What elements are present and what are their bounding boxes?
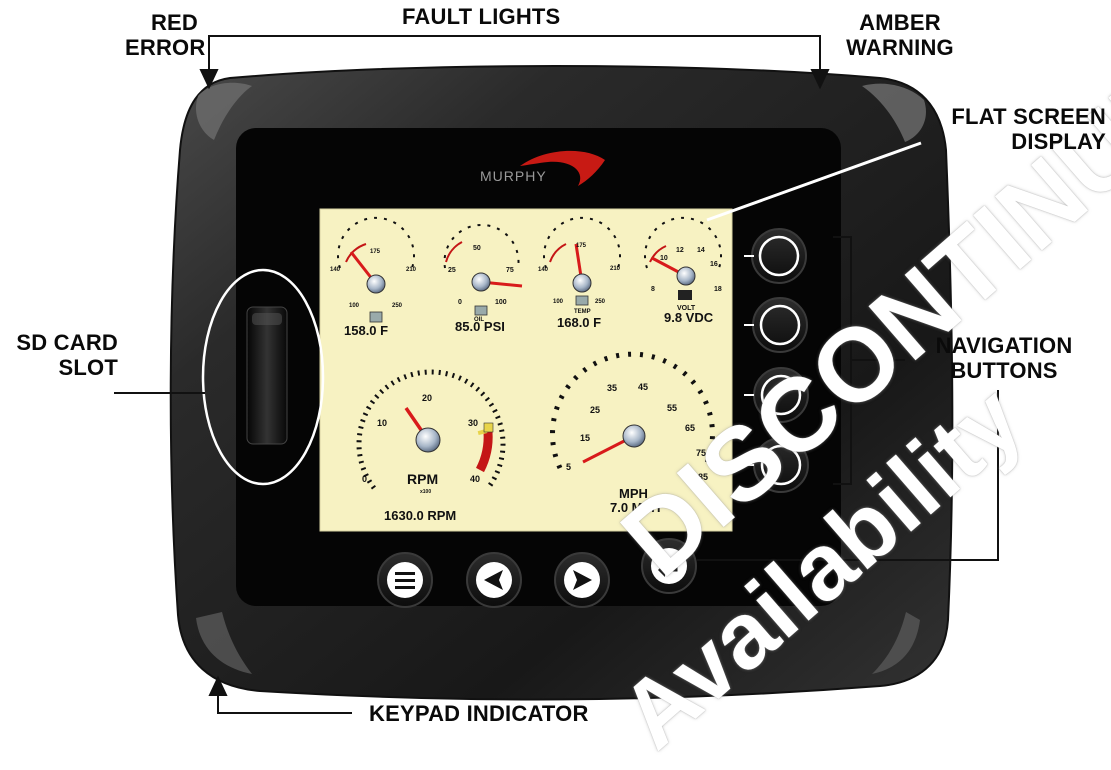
red-error-label: RED ERROR: [125, 10, 206, 60]
oil-pressure-tick-label: 50: [473, 245, 481, 252]
arrow-right-icon: [564, 562, 600, 598]
rpm-multiplier: x100: [420, 489, 431, 495]
volt-tick-label: 8: [651, 286, 655, 293]
nav-button-2[interactable]: [752, 297, 808, 353]
arrow-left-icon: [476, 562, 512, 598]
oil-pressure-tick-label: 0: [458, 299, 462, 306]
volt-tick-label: 18: [714, 286, 722, 293]
menu-icon: [387, 562, 423, 598]
oil-pressure-unit: OIL: [474, 317, 484, 323]
keypad-indicator-label: KEYPAD INDICATOR: [369, 701, 589, 726]
flat-screen-display-label: FLAT SCREEN DISPLAY: [951, 104, 1106, 154]
nav-button-1[interactable]: [751, 228, 807, 284]
temp-tick-label: 100: [553, 299, 564, 305]
mph-tick-label: 25: [590, 405, 600, 415]
mph-tick-label: 65: [685, 423, 695, 433]
menu-button[interactable]: [377, 552, 433, 608]
mph-tick-label: 75: [696, 448, 706, 458]
mph-tick-label: 35: [607, 383, 617, 393]
brand-logo: MURPHY: [480, 168, 547, 184]
fault-lights-label: FAULT LIGHTS: [402, 4, 561, 29]
coolant-tick-label: 250: [392, 303, 403, 309]
sd-card-slot-label: SD CARD SLOT: [16, 330, 118, 380]
rpm-tick-label: 10: [377, 418, 387, 428]
coolant-tick-label: 175: [370, 249, 381, 255]
volt-tick-label: 16: [710, 261, 718, 268]
oil-pressure-tick-label: 100: [495, 299, 507, 306]
oil-pressure-tick-label: 75: [506, 267, 514, 274]
volt-unit: VOLT: [677, 305, 696, 312]
mph-label: MPH: [619, 486, 648, 501]
mph-tick-label: 85: [698, 472, 708, 482]
navigation-buttons-label: NAVIGATION BUTTONS: [935, 333, 1073, 383]
coolant-readout: 158.0 F: [344, 323, 388, 338]
oil-pressure-tick-label: 25: [448, 267, 456, 274]
amber-warning-label: AMBER WARNING: [846, 10, 954, 60]
diagram-stage: 140 175 210 100 250 25 50 75 0 100 140 175 210 100 250…: [0, 0, 1111, 768]
mph-tick-label: 45: [638, 382, 648, 392]
lcd-screen: [319, 208, 733, 532]
coolant-tick-label: 100: [349, 303, 360, 309]
temp-readout: 168.0 F: [557, 315, 601, 330]
temp-tick-label: 140: [538, 267, 549, 273]
nav-button-4[interactable]: [753, 437, 809, 493]
volt-tick-label: 10: [660, 255, 668, 262]
coolant-tick-label: 140: [330, 267, 341, 273]
rpm-label: RPM: [407, 471, 438, 487]
rpm-tick-label: 0: [362, 474, 367, 484]
volt-readout: 9.8 VDC: [664, 310, 714, 325]
temp-tick-label: 250: [595, 299, 606, 305]
rpm-readout: 1630.0 RPM: [384, 508, 456, 523]
mph-tick-label: 15: [580, 433, 590, 443]
mph-tick-label: 55: [667, 403, 677, 413]
coolant-tick-label: 210: [406, 267, 417, 273]
temp-tick-label: 210: [610, 266, 621, 272]
rpm-tick-label: 40: [470, 474, 480, 484]
enter-button[interactable]: [641, 538, 697, 594]
mph-readout: 7.0 MPH: [610, 500, 661, 515]
nav-button-3[interactable]: [753, 367, 809, 423]
volt-tick-label: 12: [676, 247, 684, 254]
sd-card-slot: [246, 306, 288, 445]
temp-tick-label: 175: [576, 243, 587, 249]
rpm-tick-label: 30: [468, 418, 478, 428]
left-arrow-button[interactable]: [466, 552, 522, 608]
right-arrow-button[interactable]: [554, 552, 610, 608]
rpm-tick-label: 20: [422, 393, 432, 403]
enter-icon: [651, 548, 687, 584]
volt-tick-label: 14: [697, 247, 705, 254]
temp-unit: TEMP: [574, 309, 591, 315]
mph-tick-label: 5: [566, 462, 571, 472]
